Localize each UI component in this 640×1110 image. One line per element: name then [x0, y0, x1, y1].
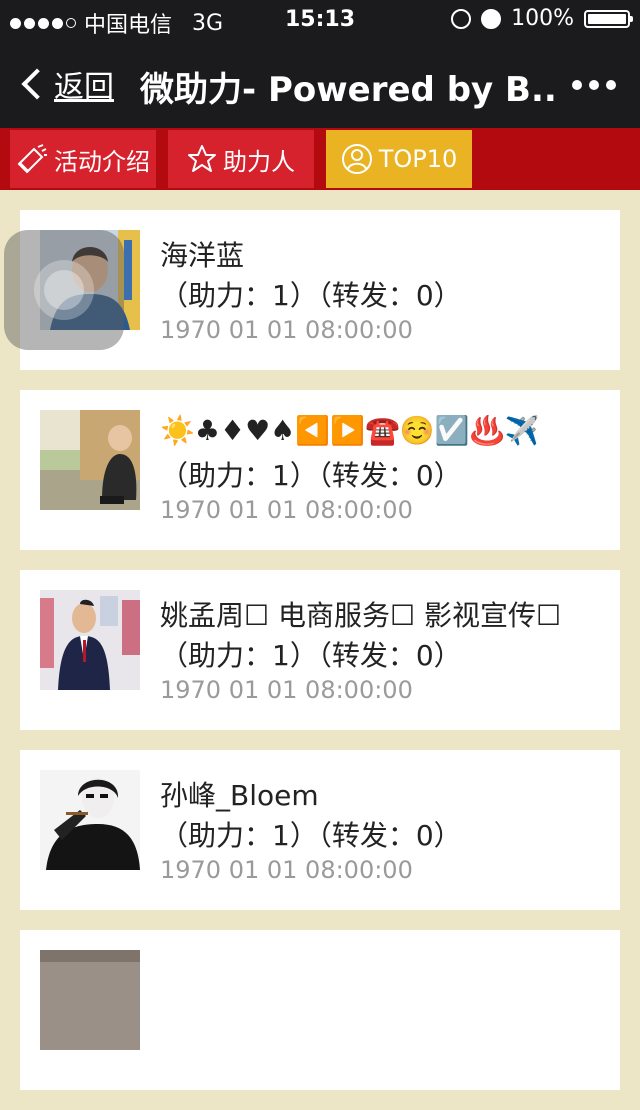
back-button[interactable]: 返回	[18, 62, 114, 106]
timestamp: 1970 01 01 08:00:00	[160, 676, 413, 704]
avatar	[40, 410, 140, 510]
battery-percent: 100%	[511, 6, 574, 31]
tab-top10[interactable]: TOP10	[326, 130, 472, 188]
assist-stats: （助力：1）（转发：0）	[160, 279, 462, 312]
assist-stats: （助力：1）（转发：0）	[160, 639, 462, 672]
page-title: 微助力- Powered by B...	[140, 70, 560, 110]
battery-icon	[584, 9, 633, 28]
chevron-left-icon	[21, 68, 53, 100]
list-item[interactable]: ☀️♣♦♥♠◀️▶️☎️☺️☑️♨️✈️ （助力：1）（转发：0） 1970 0…	[20, 390, 620, 550]
list-item[interactable]: 孙峰_Bloem （助力：1）（转发：0） 1970 01 01 08:00:0…	[20, 750, 620, 910]
alarm-icon	[481, 8, 502, 29]
user-name: 孙峰_Bloem	[160, 779, 319, 812]
user-circle-icon	[341, 144, 372, 174]
user-name: ☀️♣♦♥♠◀️▶️☎️☺️☑️♨️✈️	[160, 414, 540, 447]
star-icon	[188, 145, 216, 172]
avatar	[40, 590, 140, 690]
megaphone-icon	[17, 144, 47, 174]
rotation-lock-icon	[451, 8, 472, 29]
nav-bar: 返回 微助力- Powered by B...	[0, 40, 640, 128]
tab-activity-intro[interactable]: 活动介绍	[10, 130, 156, 188]
list-item[interactable]	[20, 930, 620, 1090]
status-bar: 中国电信 3G 15:13 100%	[0, 0, 640, 40]
assistive-touch-button[interactable]	[4, 230, 124, 350]
assist-stats: （助力：1）（转发：0）	[160, 819, 462, 852]
list-item[interactable]: 姚孟周☐ 电商服务☐ 影视宣传☐ （助力：1）（转发：0） 1970 01 01…	[20, 570, 620, 730]
user-name: 姚孟周☐ 电商服务☐ 影视宣传☐	[160, 599, 562, 632]
user-name: 海洋蓝	[160, 239, 245, 272]
more-button[interactable]	[572, 80, 616, 90]
timestamp: 1970 01 01 08:00:00	[160, 856, 413, 884]
tab-label: 活动介绍	[54, 147, 150, 176]
ellipsis-icon	[572, 80, 582, 90]
tab-label: 助力人	[223, 147, 295, 176]
avatar	[40, 950, 140, 1050]
avatar	[40, 770, 140, 870]
timestamp: 1970 01 01 08:00:00	[160, 496, 413, 524]
tab-label: TOP10	[378, 145, 458, 173]
tab-helpers[interactable]: 助力人	[168, 130, 314, 188]
back-label: 返回	[54, 70, 114, 105]
assist-stats: （助力：1）（转发：0）	[160, 459, 462, 492]
tab-bar: 活动介绍 助力人 TOP10	[0, 128, 640, 190]
timestamp: 1970 01 01 08:00:00	[160, 316, 413, 344]
